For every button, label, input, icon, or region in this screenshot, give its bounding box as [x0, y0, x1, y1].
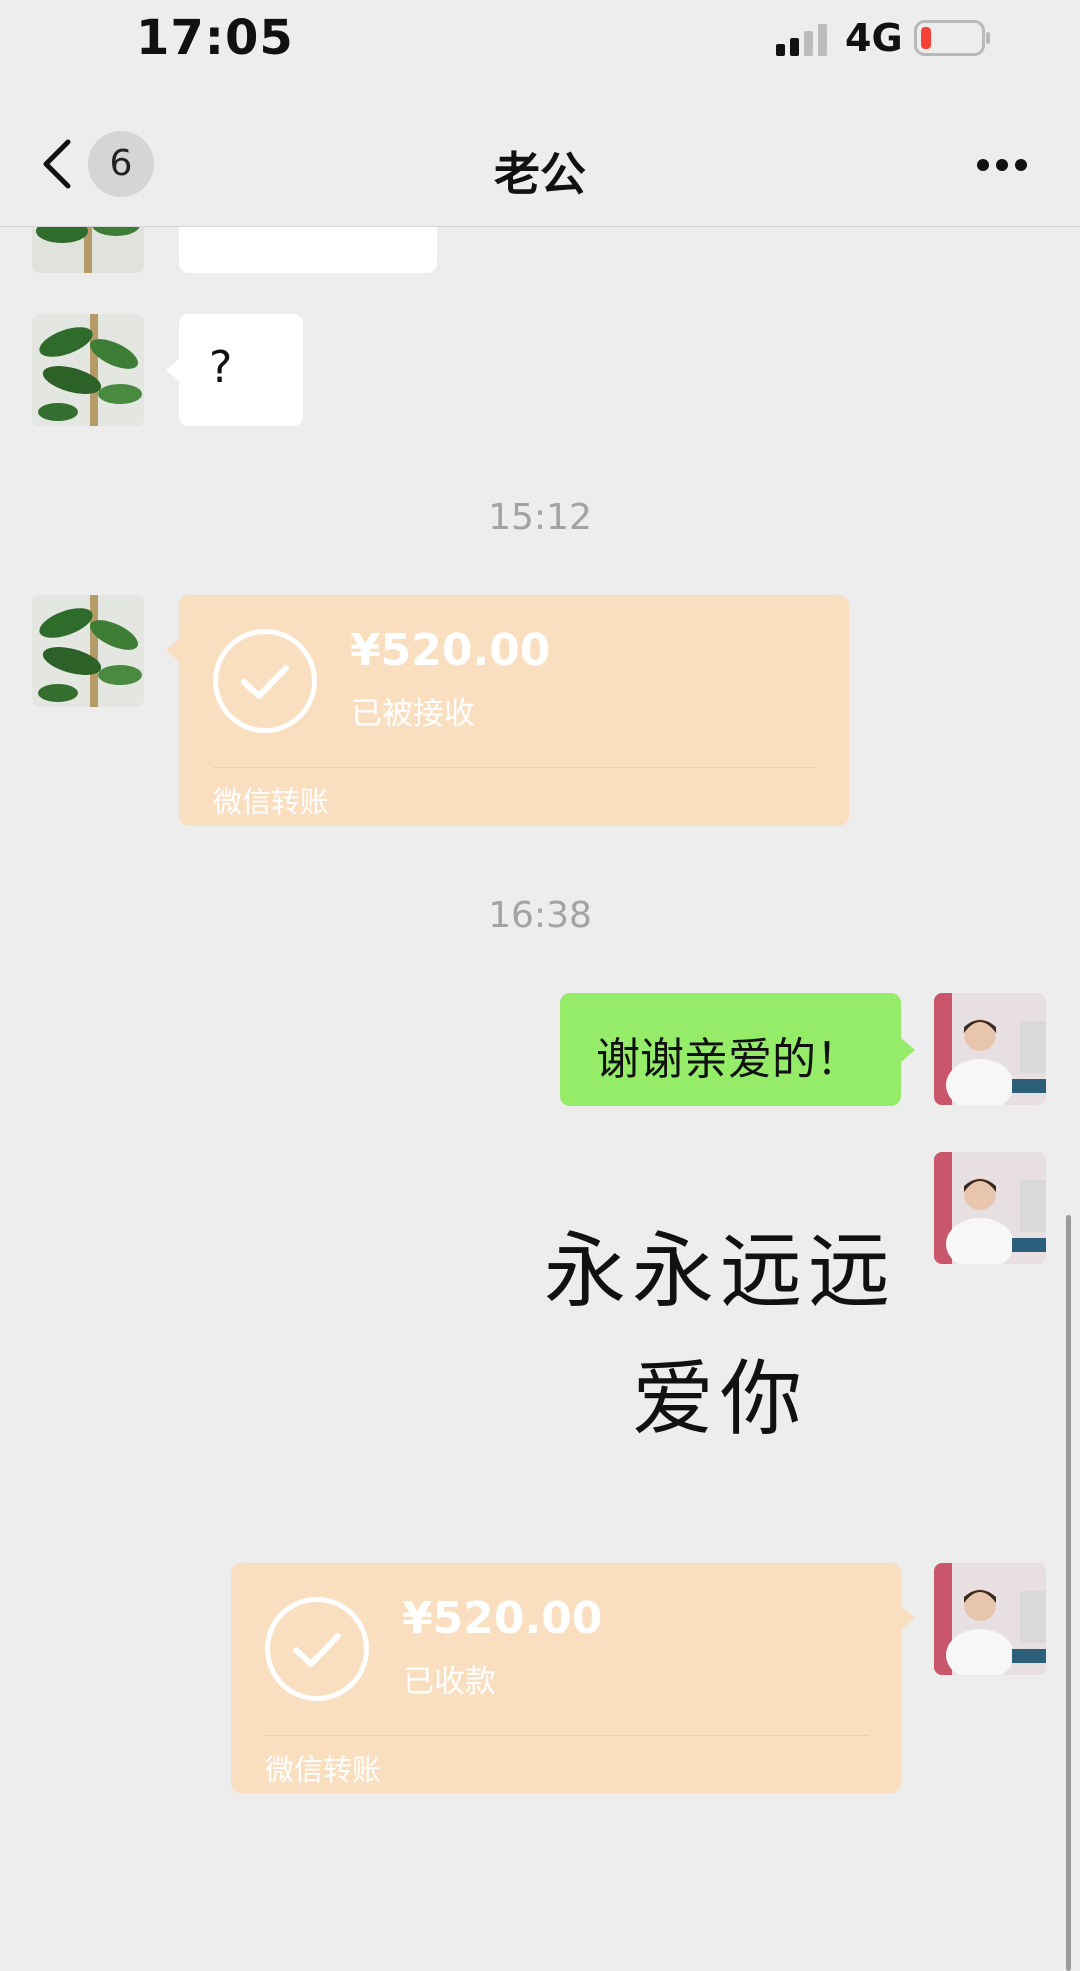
previous-message-row [0, 227, 1080, 273]
bubble-tail [166, 638, 180, 662]
status-time: 17:05 [136, 10, 294, 66]
my-avatar[interactable] [934, 1152, 1046, 1264]
check-circle-icon [213, 629, 317, 733]
doctor-avatar-image [934, 1563, 1046, 1675]
message-bubble-question[interactable]: ? [179, 314, 303, 426]
transfer-footer: 微信转账 [265, 1753, 382, 1787]
more-options-icon[interactable] [976, 158, 1028, 172]
card-divider [213, 767, 817, 768]
timestamp: 15:12 [488, 497, 592, 538]
contact-avatar[interactable] [32, 595, 144, 707]
contact-avatar[interactable] [32, 227, 144, 273]
transfer-card-collected[interactable]: ¥520.00 已收款 微信转账 [231, 1563, 901, 1793]
battery-low-icon [914, 20, 990, 56]
transfer-status: 已收款 [403, 1664, 496, 1700]
transfer-status: 已被接收 [351, 696, 475, 732]
doctor-avatar-image [934, 1152, 1046, 1264]
network-type: 4G [845, 16, 903, 60]
message-text: ? [209, 342, 233, 393]
sticker-line: 爱你 [631, 1352, 808, 1447]
back-chevron-icon[interactable] [36, 138, 80, 190]
transfer-footer: 微信转账 [213, 785, 330, 819]
message-text: 谢谢亲爱的！ [596, 1034, 860, 1085]
timestamp: 16:38 [488, 895, 592, 936]
transfer-card-received[interactable]: ¥520.00 已被接收 微信转账 [179, 595, 849, 826]
bubble-tail [166, 358, 180, 382]
chat-header [0, 80, 1080, 227]
transfer-amount: ¥520.00 [350, 625, 551, 676]
bubble-tail [901, 1606, 915, 1630]
transfer-amount: ¥520.00 [402, 1593, 603, 1644]
sticker-message[interactable]: 永永远远 爱你 [520, 1208, 920, 1464]
contact-avatar[interactable] [32, 314, 144, 426]
doctor-avatar-image [934, 993, 1046, 1105]
check-circle-icon [265, 1597, 369, 1701]
unread-count-badge[interactable]: 6 [88, 131, 154, 197]
my-avatar[interactable] [934, 993, 1046, 1105]
message-bubble-thanks[interactable]: 谢谢亲爱的！ [560, 993, 901, 1106]
signal-icon [776, 24, 827, 56]
plant-avatar-image [32, 595, 144, 707]
sticker-line: 永永远远 [543, 1224, 896, 1319]
scroll-indicator[interactable] [1066, 1215, 1071, 1971]
plant-avatar-image [32, 227, 144, 273]
card-divider [265, 1735, 869, 1736]
plant-avatar-image [32, 314, 144, 426]
bubble-tail [901, 1038, 915, 1062]
my-avatar[interactable] [934, 1563, 1046, 1675]
previous-message-bubble[interactable] [179, 227, 437, 273]
